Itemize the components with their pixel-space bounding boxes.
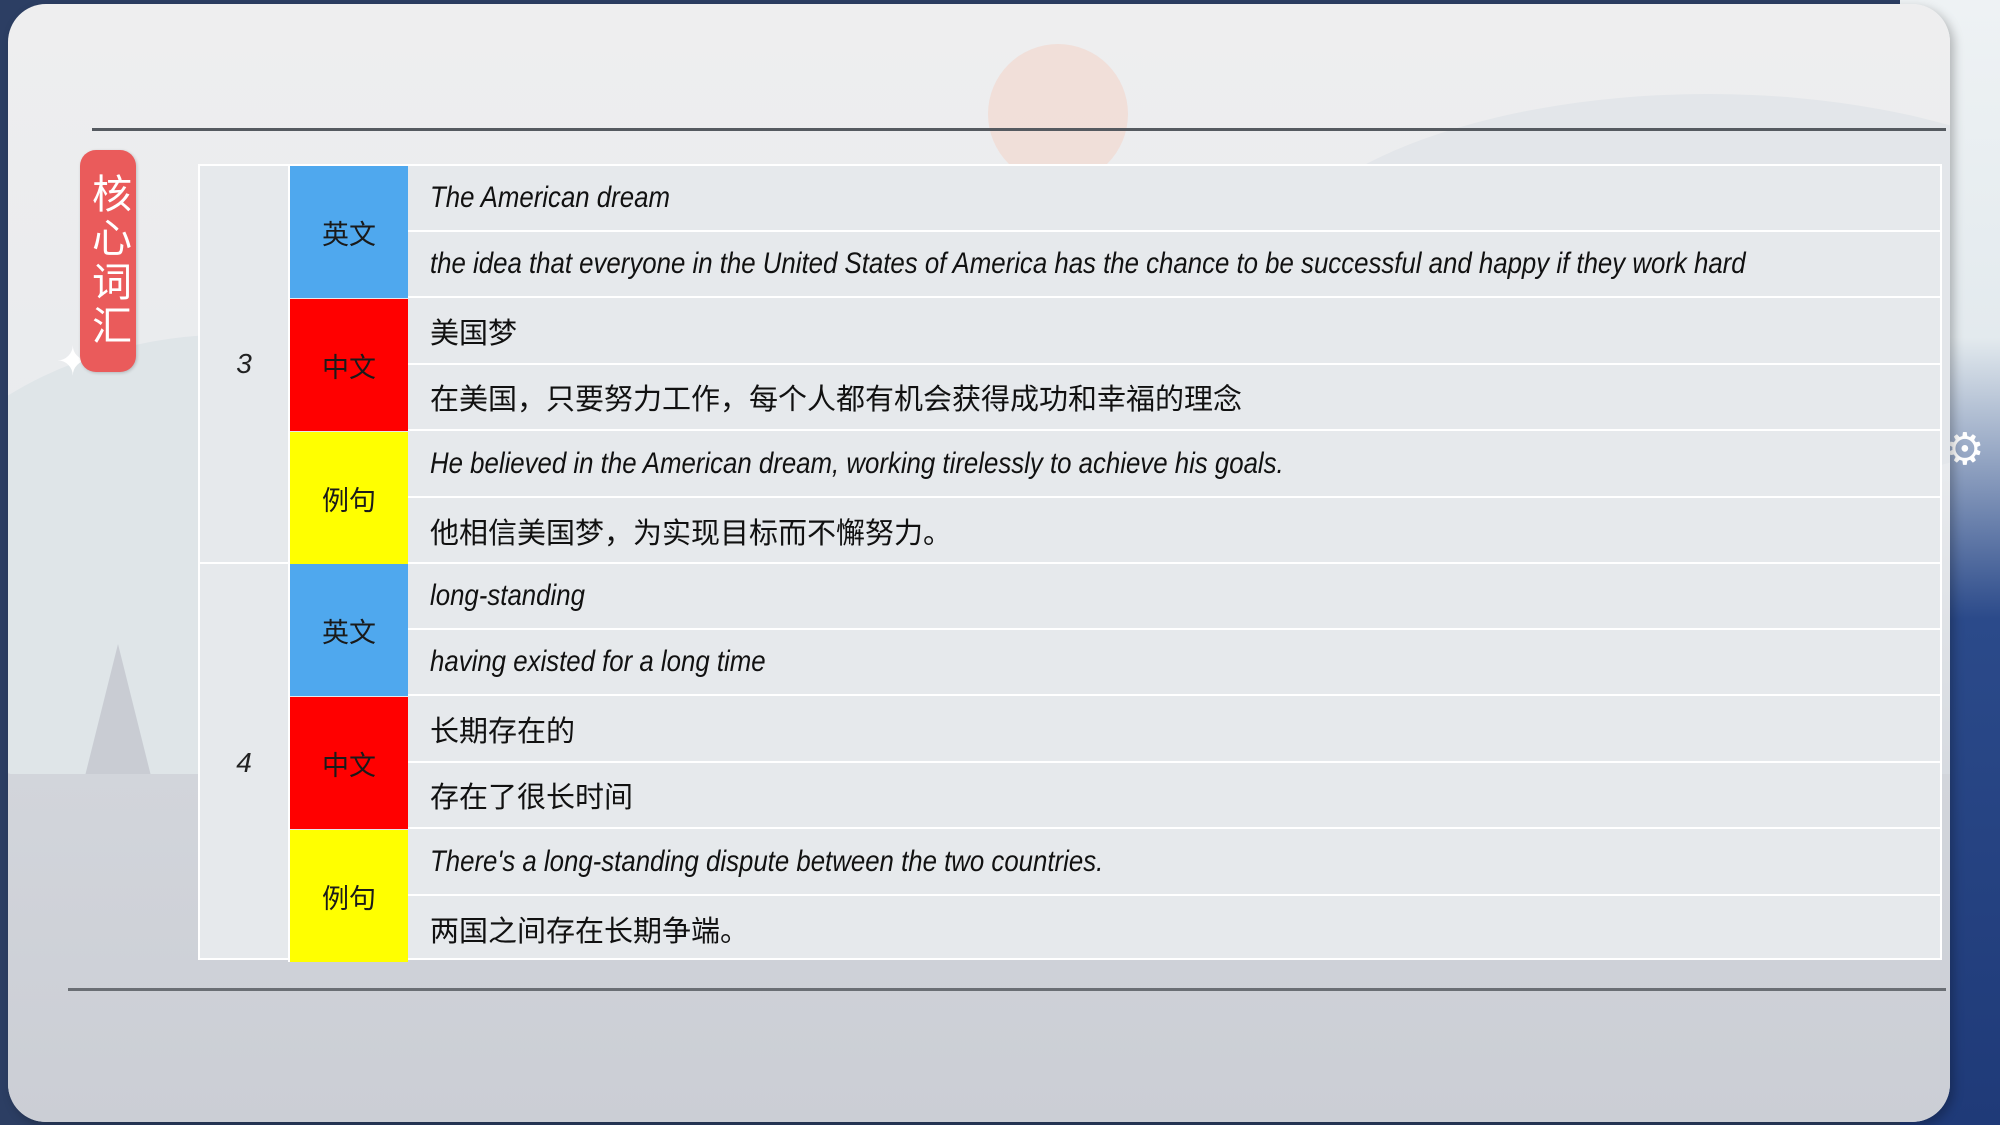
vocab-entry: 3 英文 The American dream the idea that ev…: [200, 166, 1942, 564]
english-group: 英文 The American dream the idea that ever…: [290, 166, 1942, 298]
example-tag: 例句: [290, 830, 408, 962]
english-definition: having existed for a long time: [408, 630, 1942, 696]
chinese-definition: 存在了很长时间: [408, 763, 1942, 829]
gear-icon: ⚙: [1945, 424, 1985, 475]
chinese-group: 中文 长期存在的 存在了很长时间: [290, 697, 1942, 829]
vocab-entry: 4 英文 long-standing having existed for a …: [200, 564, 1942, 962]
chinese-term: 长期存在的: [408, 697, 1942, 763]
vocabulary-table: 3 英文 The American dream the idea that ev…: [198, 164, 1942, 962]
english-term: The American dream: [408, 166, 1942, 232]
top-divider: [92, 128, 1946, 131]
example-group: 例句 He believed in the American dream, wo…: [290, 432, 1942, 564]
bottom-divider: [68, 988, 1946, 991]
english-term: long-standing: [408, 564, 1942, 630]
example-sentence-en: There's a long-standing dispute between …: [408, 830, 1942, 896]
english-group: 英文 long-standing having existed for a lo…: [290, 564, 1942, 696]
example-sentence-zh: 他相信美国梦，为实现目标而不懈努力。: [430, 516, 953, 550]
chinese-tag: 中文: [290, 697, 408, 829]
entry-number: 4: [200, 564, 290, 962]
english-definition: the idea that everyone in the United Sta…: [408, 232, 1942, 298]
chinese-definition: 在美国，只要努力工作，每个人都有机会获得成功和幸福的理念: [408, 365, 1942, 431]
section-badge-label: 核心词汇: [85, 173, 131, 349]
chinese-term: 美国梦: [408, 299, 1942, 365]
example-tag: 例句: [290, 432, 408, 564]
english-tag: 英文: [290, 166, 408, 298]
section-badge: 核心词汇: [80, 150, 136, 372]
example-group: 例句 There's a long-standing dispute betwe…: [290, 830, 1942, 962]
background-sun: [988, 44, 1128, 184]
chinese-group: 中文 美国梦 在美国，只要努力工作，每个人都有机会获得成功和幸福的理念: [290, 299, 1942, 431]
chinese-tag: 中文: [290, 299, 408, 431]
english-tag: 英文: [290, 564, 408, 696]
slide: ✦ 核心词汇 3 英文 The American dream the idea …: [8, 4, 1950, 1122]
entry-number: 3: [200, 166, 290, 562]
example-sentence-en: He believed in the American dream, worki…: [408, 432, 1942, 498]
example-sentence-zh: 两国之间存在长期争端。: [430, 914, 750, 948]
